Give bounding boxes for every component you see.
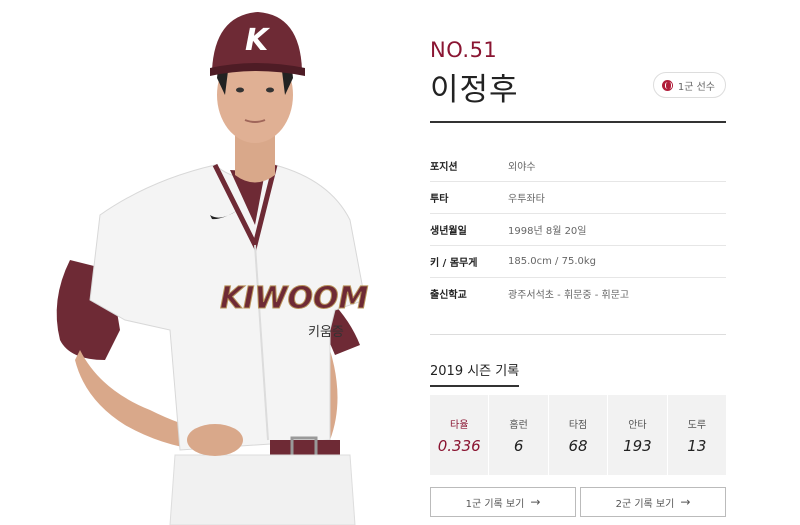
player-number: NO.51 [430, 38, 498, 62]
second-team-record-button[interactable]: 2군 기록 보기 → [580, 487, 726, 517]
profile-label: 키 / 몸무게 [430, 258, 478, 269]
stat-stolen-bases: 도루 13 [668, 395, 726, 475]
stat-label: 도루 [687, 420, 707, 431]
arrow-right-icon: → [530, 495, 541, 509]
player-name: 이정후 [430, 72, 519, 108]
squad-badge-label: 1군 선수 [677, 81, 715, 93]
header-divider [430, 121, 726, 123]
stat-rbi: 타점 68 [549, 395, 609, 475]
profile-row-height-weight: 키 / 몸무게 185.0cm / 75.0kg [430, 246, 726, 278]
player-photo-illustration: KIWOOM 키움증 K [56, 12, 369, 525]
profile-value: 외야수 [508, 162, 536, 173]
second-team-record-label: 2군 기록 보기 [615, 498, 675, 510]
arrow-right-icon: → [680, 495, 691, 509]
jersey-wordmark: KIWOOM [220, 281, 369, 316]
profile-value: 185.0cm / 75.0kg [508, 256, 596, 267]
record-buttons: 1군 기록 보기 → 2군 기록 보기 → [430, 487, 726, 517]
stat-label: 홈런 [509, 420, 528, 431]
profile-label: 투타 [430, 194, 449, 205]
player-photo: KIWOOM 키움증 K [30, 0, 380, 525]
season-stats: 타율 0.336 홈런 6 타점 68 안타 193 도루 13 [430, 395, 726, 475]
profile-row-school: 출신학교 광주서석초 - 휘문중 - 휘문고 [430, 278, 726, 309]
profile-label: 생년월일 [430, 226, 467, 237]
profile-row-position: 포지션 외야수 [430, 150, 726, 182]
season-record-title: 2019 시즌 기록 [430, 360, 520, 387]
section-divider [430, 334, 726, 335]
stat-value: 6 [513, 437, 524, 455]
stat-label: 타율 [450, 420, 469, 431]
first-team-record-button[interactable]: 1군 기록 보기 → [430, 487, 576, 517]
left-hand [187, 424, 243, 456]
stat-label: 타점 [568, 420, 588, 431]
profile-label: 출신학교 [430, 290, 467, 301]
stat-home-runs: 홈런 6 [489, 395, 549, 475]
profile-value: 광주서석초 - 휘문중 - 휘문고 [508, 290, 630, 301]
stat-hits: 안타 193 [608, 395, 668, 475]
pants [169, 454, 356, 525]
stat-value: 68 [568, 437, 588, 455]
profile-value: 우투좌타 [508, 194, 545, 205]
stat-value: 193 [623, 437, 652, 455]
squad-badge: 1군 선수 [652, 72, 726, 98]
jersey-sub-wordmark: 키움증 [308, 325, 344, 340]
profile-row-birthdate: 생년월일 1998년 8월 20일 [430, 214, 726, 246]
left-eye [236, 87, 244, 93]
first-team-record-label: 1군 기록 보기 [465, 498, 525, 510]
profile-value: 1998년 8월 20일 [508, 226, 587, 237]
cap-logo: K [245, 23, 271, 58]
profile-table: 포지션 외야수 투타 우투좌타 생년월일 1998년 8월 20일 키 / 몸무… [430, 150, 726, 309]
stat-value: 13 [687, 437, 707, 455]
stat-label: 안타 [628, 420, 647, 431]
right-eye [266, 87, 274, 93]
stat-value: 0.336 [437, 437, 481, 455]
player-info-panel: NO.51 이정후 1군 선수 포지션 외야수 투타 우투좌타 생년월일 199… [430, 0, 726, 525]
stat-batting-average: 타율 0.336 [430, 395, 490, 475]
profile-label: 포지션 [430, 162, 458, 173]
baseball-icon [661, 79, 673, 91]
profile-row-bats-throws: 투타 우투좌타 [430, 182, 726, 214]
